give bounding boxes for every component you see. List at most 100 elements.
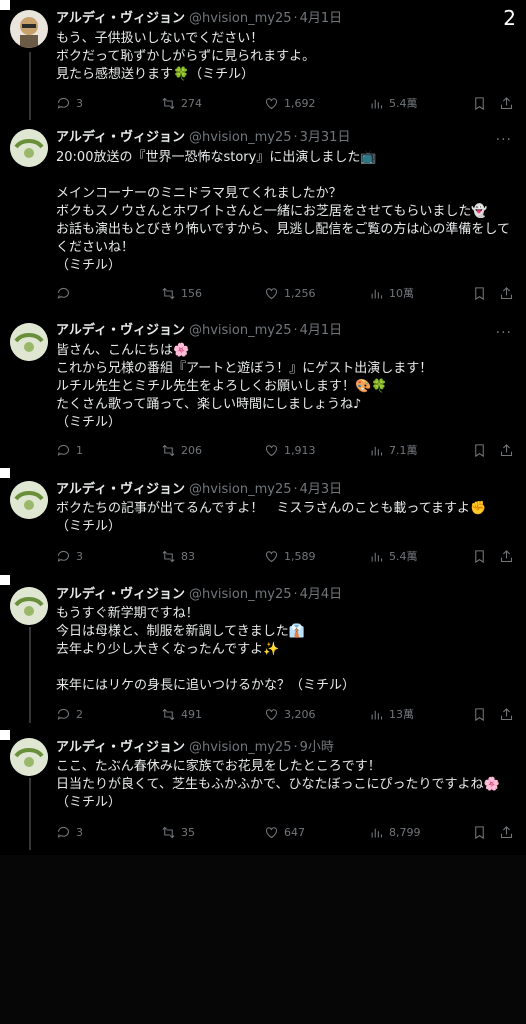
views-count: 7.1萬 [389, 444, 418, 457]
views-button[interactable]: 13萬 [369, 706, 414, 722]
more-options-button[interactable]: ··· [496, 326, 512, 340]
tweet[interactable]: アルディ・ヴィジョン @hvision_my25 · 3月31日 ··· 20:00放… [0, 123, 526, 313]
bookmark-button[interactable] [472, 824, 487, 840]
bookmark-button[interactable] [472, 95, 487, 111]
retweet-count: 206 [181, 443, 202, 457]
action-bar: 3 274 1,692 5.4萬 [56, 95, 514, 111]
handle[interactable]: @hvision_my25 [189, 740, 292, 755]
tweet-text: もうすぐ新学期ですね！ 今日は母様と、制服を新調してきました👔 去年より少し大き… [56, 606, 356, 693]
display-name[interactable]: アルディ・ヴィジョン [56, 130, 185, 145]
bookmark-button[interactable] [472, 285, 487, 301]
tweet-text: 20:00放送の『世界一恐怖なstory』に出演しました📺 メインコーナーのミニ… [56, 150, 510, 273]
tweet-text: もう、子供扱いしないでください！ ボクだって恥ずかしがらずに見られますよ。 見た… [56, 31, 316, 82]
retweet-icon [162, 287, 175, 299]
avatar[interactable] [10, 587, 48, 625]
retweet-icon [162, 708, 175, 720]
tweet[interactable]: アルディ・ヴィジョン @hvision_my25 · 4月4日 もうすぐ新学期ですね！… [0, 575, 526, 725]
share-icon [500, 825, 513, 838]
bookmark-icon [475, 825, 484, 839]
handle[interactable]: @hvision_my25 [189, 587, 292, 602]
retweet-button[interactable]: 206 [161, 442, 202, 458]
share-button[interactable] [499, 95, 514, 111]
share-button[interactable] [499, 824, 514, 840]
handle[interactable]: @hvision_my25 [189, 482, 292, 497]
timestamp[interactable]: 4月4日 [300, 587, 343, 602]
tweet-text: ここ、たぶん春休みに家族でお花見をしたところです！ 日当たりが良くて、芝生もふか… [56, 759, 500, 810]
timestamp[interactable]: 4月3日 [300, 482, 343, 497]
share-icon [500, 286, 513, 299]
display-name[interactable]: アルディ・ヴィジョン [56, 482, 185, 497]
like-count: 647 [284, 825, 305, 839]
analytics-icon [371, 710, 383, 719]
retweet-button[interactable]: 35 [161, 824, 195, 840]
tweet[interactable]: アルディ・ヴィジョン @hvision_my25 · 4月3日 ボクたちの記事が出てる… [0, 468, 526, 573]
avatar-icon [10, 587, 48, 625]
views-count: 5.4萬 [389, 97, 418, 110]
tweet-header: アルディ・ヴィジョン @hvision_my25 · 9小時 [56, 739, 334, 757]
share-button[interactable] [499, 285, 514, 301]
display-name[interactable]: アルディ・ヴィジョン [56, 323, 185, 338]
share-button[interactable] [499, 548, 514, 564]
more-options-button[interactable]: ··· [496, 133, 512, 147]
tweet[interactable]: アルディ・ヴィジョン @hvision_my25 · 4月1日 もう、子供扱いしないで… [0, 0, 526, 122]
display-name[interactable]: アルディ・ヴィジョン [56, 587, 185, 602]
avatar[interactable] [10, 323, 48, 361]
avatar[interactable] [10, 738, 48, 776]
display-name[interactable]: アルディ・ヴィジョン [56, 740, 185, 755]
retweet-count: 274 [181, 96, 202, 110]
thread-marker [0, 0, 10, 10]
reply-button[interactable]: 3 [56, 95, 83, 111]
views-count: 13萬 [389, 708, 414, 721]
bookmark-button[interactable] [472, 442, 487, 458]
views-button[interactable]: 5.4萬 [369, 95, 418, 111]
reply-button[interactable]: 2 [56, 706, 83, 722]
display-name[interactable]: アルディ・ヴィジョン [56, 11, 185, 26]
separator-dot: · [293, 130, 298, 145]
retweet-button[interactable]: 83 [161, 548, 195, 564]
retweet-button[interactable]: 156 [161, 285, 202, 301]
like-button[interactable]: 1,256 [264, 285, 316, 301]
avatar[interactable] [10, 481, 48, 519]
views-button[interactable]: 8,799 [369, 824, 421, 840]
handle[interactable]: @hvision_my25 [189, 130, 292, 145]
avatar[interactable] [10, 10, 48, 48]
like-button[interactable]: 1,589 [264, 548, 316, 564]
avatar[interactable] [10, 129, 48, 167]
reply-icon [57, 444, 70, 456]
share-button[interactable] [499, 706, 514, 722]
reply-button[interactable] [56, 285, 76, 301]
tweet[interactable]: アルディ・ヴィジョン @hvision_my25 · 4月1日 ··· 皆さん、こんに… [0, 320, 526, 470]
timestamp[interactable]: 4月1日 [300, 11, 343, 26]
like-button[interactable]: 1,692 [264, 95, 316, 111]
reply-button[interactable]: 3 [56, 824, 83, 840]
reply-count: 3 [76, 825, 83, 839]
reply-button[interactable]: 1 [56, 442, 83, 458]
like-button[interactable]: 647 [264, 824, 305, 840]
bookmark-button[interactable] [472, 706, 487, 722]
views-button[interactable]: 10萬 [369, 285, 414, 301]
bookmark-icon [475, 707, 484, 721]
tweet-header: アルディ・ヴィジョン @hvision_my25 · 3月31日 [56, 129, 350, 147]
handle[interactable]: @hvision_my25 [189, 323, 292, 338]
reply-button[interactable]: 3 [56, 548, 83, 564]
retweet-icon [162, 826, 175, 838]
thread-marker [0, 468, 10, 478]
like-button[interactable]: 1,913 [264, 442, 316, 458]
handle[interactable]: @hvision_my25 [189, 11, 292, 26]
retweet-button[interactable]: 274 [161, 95, 202, 111]
bookmark-icon [475, 549, 484, 563]
retweet-button[interactable]: 491 [161, 706, 202, 722]
views-button[interactable]: 7.1萬 [369, 442, 418, 458]
share-button[interactable] [499, 442, 514, 458]
tweet-header: アルディ・ヴィジョン @hvision_my25 · 4月1日 [56, 10, 342, 28]
timestamp[interactable]: 3月31日 [300, 130, 351, 145]
like-button[interactable]: 3,206 [264, 706, 316, 722]
views-button[interactable]: 5.4萬 [369, 548, 418, 564]
tweet[interactable]: アルディ・ヴィジョン @hvision_my25 · 9小時 ここ、たぶん春休みに家族… [0, 730, 526, 855]
timestamp[interactable]: 4月1日 [300, 323, 343, 338]
bookmark-button[interactable] [472, 548, 487, 564]
avatar-icon [10, 738, 48, 776]
timestamp[interactable]: 9小時 [300, 740, 334, 755]
tweet-header: アルディ・ヴィジョン @hvision_my25 · 4月3日 [56, 481, 342, 499]
separator-dot: · [293, 740, 298, 755]
